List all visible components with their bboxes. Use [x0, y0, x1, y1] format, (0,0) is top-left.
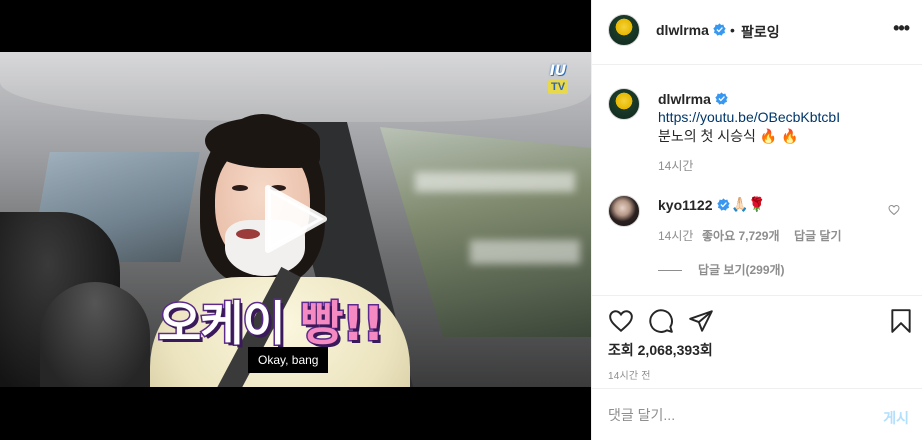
header-separator: • — [730, 22, 735, 38]
caption-time[interactable]: 14시간 — [658, 157, 693, 174]
header-username[interactable]: dlwlrma — [656, 22, 726, 38]
video-player[interactable]: IU TV 오케이 빵!! Okay, bang — [0, 52, 591, 387]
post-media[interactable]: IU TV 오케이 빵!! Okay, bang — [0, 0, 591, 440]
share-icon[interactable] — [688, 308, 714, 334]
video-scene-window-right — [380, 127, 591, 337]
video-caption-korean-white: 오케이 — [156, 296, 301, 354]
play-icon[interactable] — [264, 184, 328, 254]
like-icon[interactable] — [608, 308, 634, 334]
video-scene-blur — [415, 172, 575, 192]
video-scene-blur — [470, 240, 580, 264]
post-comment-button[interactable]: 게시 — [883, 408, 909, 428]
view-replies-label[interactable]: 답글 보기(299개) — [698, 263, 785, 277]
channel-logo: IU TV — [543, 64, 573, 102]
post-actions: 조회 2,068,393회 14시간 전 — [592, 295, 922, 387]
caption-username-text[interactable]: dlwlrma — [658, 91, 711, 107]
header-username-text[interactable]: dlwlrma — [656, 22, 709, 38]
comment-likes[interactable]: 좋아요 7,729개 — [702, 227, 780, 244]
avatar[interactable] — [608, 88, 640, 120]
video-caption-korean: 오케이 빵!! — [156, 285, 386, 354]
add-comment-bar: 게시 — [592, 388, 922, 440]
post-header: dlwlrma • 팔로잉 ••• — [592, 0, 922, 65]
comment-text: 🙏🏻🌹 — [731, 196, 766, 212]
video-scene-roof — [0, 52, 591, 122]
video-caption-english: Okay, bang — [248, 347, 329, 373]
avatar[interactable] — [608, 14, 640, 46]
divider — [658, 270, 682, 272]
verified-badge-icon — [713, 23, 726, 36]
caption-link[interactable]: https://youtu.be/OBecbKbtcbI — [658, 109, 840, 125]
comment-like-icon[interactable] — [888, 204, 900, 216]
channel-logo-line1: IU — [549, 63, 567, 79]
verified-badge-icon — [715, 92, 728, 105]
caption-text: 분노의 첫 시승식 🔥 🔥 — [658, 128, 799, 144]
video-caption-korean-pink: 빵!! — [299, 296, 386, 354]
view-replies-button[interactable]: 답글 보기(299개) — [658, 261, 785, 278]
video-scene-mouth — [236, 229, 260, 239]
bookmark-icon[interactable] — [888, 308, 914, 334]
video-scene-person — [40, 282, 150, 387]
comment-username-text[interactable]: kyo1122 — [658, 197, 713, 213]
view-count[interactable]: 조회 2,068,393회 — [608, 340, 713, 360]
more-options-icon[interactable]: ••• — [893, 19, 910, 37]
comment-icon[interactable] — [648, 308, 674, 334]
comments-list[interactable]: dlwlrma https://youtu.be/OBecbKbtcbI 분노의… — [592, 66, 922, 294]
avatar[interactable] — [608, 195, 640, 227]
comment-input[interactable] — [608, 405, 858, 425]
comment-time[interactable]: 14시간 — [658, 227, 693, 244]
post-side-panel: dlwlrma • 팔로잉 ••• dlwlrma https://youtu.… — [591, 0, 922, 440]
caption-username[interactable]: dlwlrma — [658, 91, 728, 107]
comment-username[interactable]: kyo1122 — [658, 197, 730, 213]
channel-logo-line2: TV — [547, 80, 569, 94]
post-timestamp[interactable]: 14시간 전 — [608, 367, 651, 382]
video-scene-eye — [232, 185, 248, 191]
following-button[interactable]: 팔로잉 — [741, 22, 780, 42]
comment-reply-button[interactable]: 답글 달기 — [794, 227, 842, 244]
verified-badge-icon — [716, 198, 730, 211]
